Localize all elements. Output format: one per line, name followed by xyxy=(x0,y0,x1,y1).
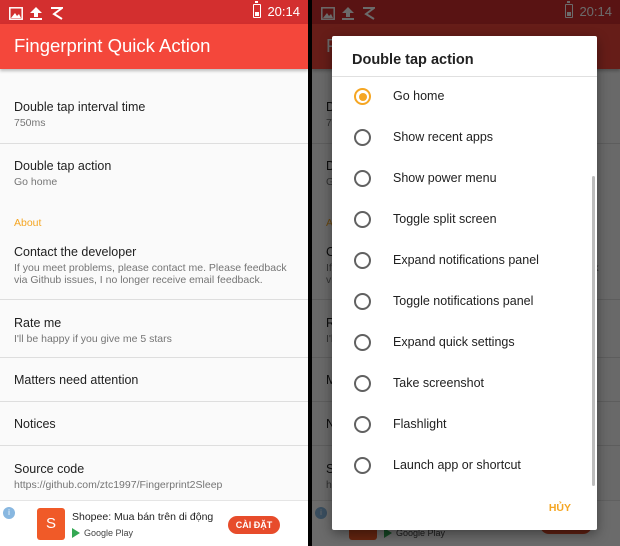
option-go-home[interactable]: Go home xyxy=(332,76,597,117)
option-label: Show recent apps xyxy=(393,130,494,144)
play-store-icon xyxy=(72,528,80,538)
setting-summary: Go home xyxy=(14,176,58,188)
clock: 20:14 xyxy=(267,4,300,19)
option-expand-quick-settings[interactable]: Expand quick settings xyxy=(332,322,597,363)
upload-icon xyxy=(30,5,42,24)
option-label: Expand notifications panel xyxy=(393,253,539,267)
option-label: Expand quick settings xyxy=(393,335,515,349)
radio-button-icon[interactable] xyxy=(354,457,371,474)
setting-summary: https://github.com/ztc1997/Fingerprint2S… xyxy=(14,479,223,491)
settings-screen: 20:14 Fingerprint Quick Action ·· ····· … xyxy=(0,0,308,546)
setting-double-tap-interval[interactable]: Double tap interval time 750ms xyxy=(0,85,308,144)
radio-button-icon[interactable] xyxy=(354,334,371,351)
option-label: Show power menu xyxy=(393,171,497,185)
radio-button-icon[interactable] xyxy=(354,416,371,433)
setting-notices[interactable]: Notices xyxy=(0,402,308,446)
option-label: Flashlight xyxy=(393,417,447,431)
shopee-logo: S xyxy=(37,508,65,540)
radio-button-icon[interactable] xyxy=(354,129,371,146)
ad-banner[interactable]: i S Shopee: Mua bán trên di động Google … xyxy=(0,500,308,546)
double-tap-action-dialog: Double tap action Go home Show recent ap… xyxy=(332,36,597,530)
setting-title: Source code xyxy=(14,462,85,476)
setting-summary: 750ms xyxy=(14,117,46,129)
setting-summary: I'll be happy if you give me 5 stars xyxy=(14,333,172,345)
option-label: Toggle split screen xyxy=(393,212,497,226)
setting-double-tap-action[interactable]: Double tap action Go home xyxy=(0,144,308,204)
option-launch-app-or-shortcut[interactable]: Launch app or shortcut xyxy=(332,445,597,486)
store-name: Google Play xyxy=(84,528,134,538)
option-label: Toggle notifications panel xyxy=(393,294,534,308)
option-flashlight[interactable]: Flashlight xyxy=(332,404,597,445)
cancel-button[interactable]: HỦY xyxy=(549,502,571,514)
dialog-title: Double tap action xyxy=(352,52,474,68)
setting-title: Contact the developer xyxy=(14,245,137,259)
radio-button-icon[interactable] xyxy=(354,375,371,392)
dialog-scrollbar[interactable] xyxy=(592,176,595,486)
radio-button-icon[interactable] xyxy=(354,252,371,269)
image-icon xyxy=(9,5,23,24)
google-play-badge: Google Play xyxy=(72,528,133,538)
info-icon[interactable]: i xyxy=(3,507,15,519)
settings-list: ·· ····· Double tap interval time 750ms … xyxy=(0,63,308,546)
radio-button-icon[interactable] xyxy=(354,88,371,105)
status-bar: 20:14 xyxy=(0,0,308,24)
option-label: Launch app or shortcut xyxy=(393,458,521,472)
setting-title: Double tap action xyxy=(14,159,112,173)
notification-icon xyxy=(50,5,65,24)
radio-button-icon[interactable] xyxy=(354,170,371,187)
option-label: Take screenshot xyxy=(393,376,485,390)
setting-summary: If you meet problems, please contact me.… xyxy=(14,262,287,286)
setting-title: Notices xyxy=(14,417,56,431)
setting-source-code[interactable]: Source code https://github.com/ztc1997/F… xyxy=(0,446,308,500)
setting-rate-me[interactable]: Rate me I'll be happy if you give me 5 s… xyxy=(0,300,308,358)
section-header-about: About xyxy=(14,217,42,229)
option-show-power-menu[interactable]: Show power menu xyxy=(332,158,597,199)
radio-button-icon[interactable] xyxy=(354,211,371,228)
option-toggle-notifications-panel[interactable]: Toggle notifications panel xyxy=(332,281,597,322)
setting-title: Matters need attention xyxy=(14,373,139,387)
radio-button-icon[interactable] xyxy=(354,293,371,310)
option-label: Go home xyxy=(393,89,445,103)
battery-icon xyxy=(253,1,261,18)
setting-title: Double tap interval time xyxy=(14,100,146,114)
option-expand-notifications-panel[interactable]: Expand notifications panel xyxy=(332,240,597,281)
app-title: Fingerprint Quick Action xyxy=(0,24,308,69)
setting-contact-developer[interactable]: Contact the developer If you meet proble… xyxy=(0,234,308,300)
option-show-recent-apps[interactable]: Show recent apps xyxy=(332,117,597,158)
option-take-screenshot[interactable]: Take screenshot xyxy=(332,363,597,404)
option-toggle-split-screen[interactable]: Toggle split screen xyxy=(332,199,597,240)
setting-title: Rate me xyxy=(14,316,62,330)
dialog-screen: 20:14 Fingerprint Quick Action Double ta… xyxy=(312,0,620,546)
setting-matters-attention[interactable]: Matters need attention xyxy=(0,358,308,402)
install-button[interactable]: CÀI ĐẶT xyxy=(228,516,280,534)
ad-app-name: Shopee: Mua bán trên di động xyxy=(72,511,214,523)
